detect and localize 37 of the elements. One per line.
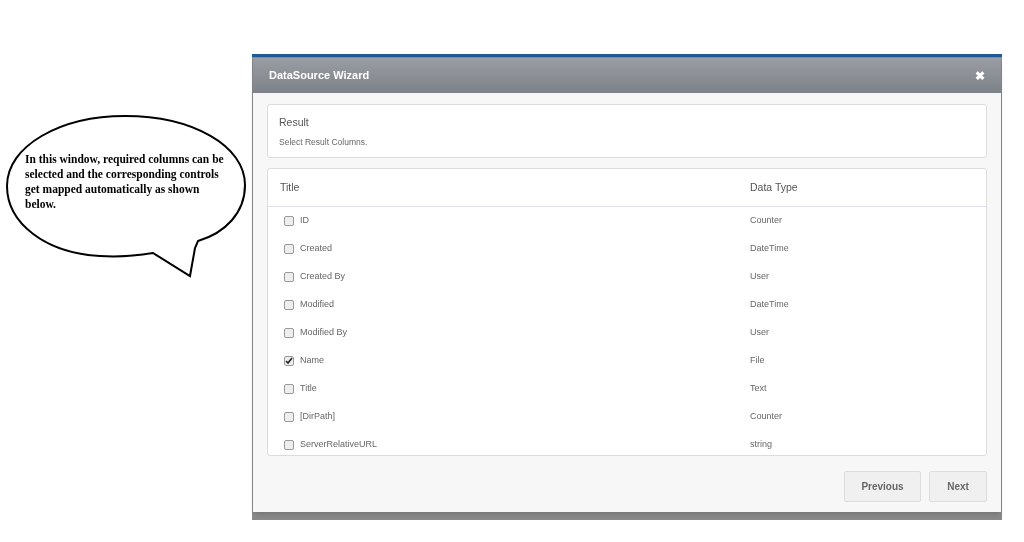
section-title: Result bbox=[279, 115, 310, 130]
checkbox[interactable] bbox=[284, 412, 294, 422]
table-cell: Created By bbox=[300, 270, 346, 284]
checkbox[interactable] bbox=[284, 384, 294, 394]
table-cell: DateTime bbox=[750, 242, 789, 256]
next-button[interactable]: Next bbox=[929, 471, 987, 502]
checkbox[interactable] bbox=[284, 216, 294, 226]
table-cell: Modified By bbox=[300, 326, 348, 340]
table-cell: DateTime bbox=[750, 298, 789, 312]
table-cell: string bbox=[750, 438, 772, 452]
table-cell: Modified bbox=[300, 298, 335, 312]
checkbox[interactable] bbox=[284, 356, 294, 366]
table-cell: File bbox=[750, 354, 765, 368]
checkbox[interactable] bbox=[284, 244, 294, 254]
checkbox[interactable] bbox=[284, 300, 294, 310]
table-cell: Counter bbox=[750, 410, 783, 424]
table-cell: [DirPath] bbox=[300, 410, 335, 424]
table-cell: Counter bbox=[750, 214, 783, 228]
checkbox[interactable] bbox=[284, 328, 294, 338]
table-cell: User bbox=[750, 326, 769, 340]
checkbox[interactable] bbox=[284, 272, 294, 282]
table-cell: Title bbox=[300, 382, 317, 396]
table-cell: ServerRelativeURL bbox=[300, 438, 378, 452]
close-button[interactable]: ✖ bbox=[975, 66, 985, 85]
table-cell: ID bbox=[300, 214, 309, 228]
checkbox[interactable] bbox=[284, 440, 294, 450]
section-subtitle: Select Result Columns. bbox=[279, 135, 369, 149]
column-header: Data Type bbox=[750, 179, 798, 195]
table-cell: Text bbox=[750, 382, 767, 396]
dialog-title: DataSource Wizard bbox=[269, 68, 370, 84]
callout-text: In this window, required columns can be selected and the corresponding controls get mapped automatically as shown below. bbox=[25, 152, 225, 212]
previous-button[interactable]: Previous bbox=[844, 471, 921, 502]
column-header: Title bbox=[280, 179, 301, 195]
checkmark-icon bbox=[285, 357, 293, 365]
table-cell: Name bbox=[300, 354, 324, 368]
table-cell: Created bbox=[300, 242, 333, 256]
table-cell: User bbox=[750, 270, 769, 284]
